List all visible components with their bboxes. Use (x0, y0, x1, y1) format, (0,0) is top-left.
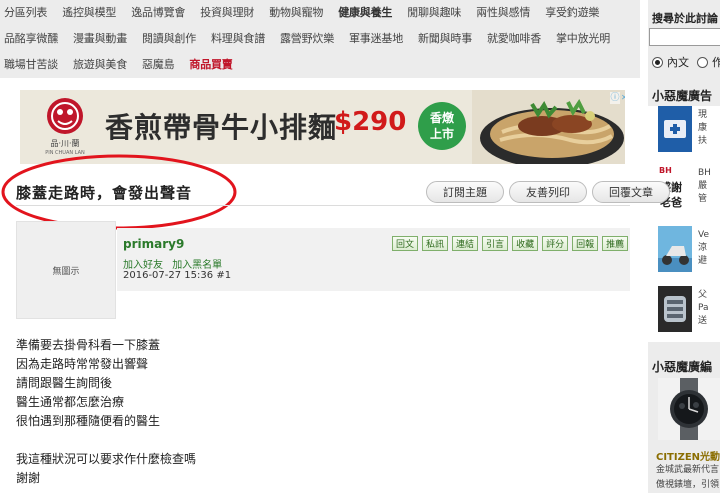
banner-ad[interactable]: 品·川·蘭 PIN CHUAN LAN 香煎帶骨牛小排麵 $290 香燉 上市 … (20, 90, 625, 164)
private-message-button[interactable]: 私訊 (422, 236, 449, 251)
watch-caption[interactable]: CITIZEN光動能 (656, 448, 720, 463)
sidebar-search-input[interactable] (649, 28, 720, 46)
radio-author[interactable] (697, 56, 708, 68)
noodle-dish-image (472, 90, 625, 164)
ad-close-icon[interactable]: ✕ (621, 92, 625, 104)
sidebar-ad-item[interactable]: Ve 涼 避 (658, 226, 720, 272)
post-date: 2016-07-27 15:36 (123, 270, 214, 281)
radio-content-label: 內文 (667, 56, 689, 69)
nav-link-flashlight[interactable]: 掌中放光明 (556, 30, 610, 46)
nav-link-finance[interactable]: 投資與理財 (200, 4, 254, 20)
banner-price: $290 (334, 107, 407, 137)
radio-author-label: 作 (712, 56, 720, 69)
watch-description: 金城武最新代言 傲視錶壇，引領 (656, 465, 720, 490)
sidebar-ad-text: 父 Pa 送 (698, 290, 709, 326)
nav-link-comics[interactable]: 漫畫與動畫 (73, 30, 127, 46)
sidebar-ad-text: Ve 涼 避 (698, 230, 709, 266)
nav-link-reading[interactable]: 閱讀與創作 (142, 30, 196, 46)
category-nav: 分區列表 遙控與模型 逸品博覽會 投資與理財 動物與寵物 健康與養生 閒聊與趣味… (0, 0, 640, 78)
link-button[interactable]: 連結 (452, 236, 479, 251)
ad-info-icon[interactable]: ⓘ (610, 92, 620, 104)
watch-image[interactable] (658, 378, 720, 440)
post-floor: #1 (216, 270, 232, 281)
banner-badge: 香燉 上市 (418, 102, 466, 150)
restaurant-logo-subtext: PIN CHUAN LAN (45, 150, 85, 156)
reply-post-button[interactable]: 回文 (392, 236, 419, 251)
post-line: 很怕遇到那種隨便看的醫生 (16, 414, 161, 428)
reply-button[interactable]: 回覆文章 (592, 181, 670, 203)
nav-link-devil-island[interactable]: 惡魔島 (142, 56, 175, 72)
nav-link-recipes[interactable]: 料理與食譜 (211, 30, 265, 46)
rate-button[interactable]: 評分 (542, 236, 569, 251)
svg-text:BH: BH (659, 166, 672, 175)
post-body: 準備要去掛骨科看一下膝蓋 因為走路時常常發出響聲 請問跟醫生詢問後 醫生通常都怎… (16, 336, 196, 488)
print-button[interactable]: 友善列印 (509, 181, 587, 203)
nav-link-workplace[interactable]: 職場甘苦談 (4, 56, 58, 72)
report-button[interactable]: 回報 (572, 236, 599, 251)
nav-link-chat[interactable]: 閒聊與趣味 (407, 4, 461, 20)
nav-link-relationships[interactable]: 兩性與感情 (476, 4, 530, 20)
post-line: 準備要去掛骨科看一下膝蓋 (16, 338, 161, 352)
avatar-placeholder-text: 無圖示 (52, 267, 80, 277)
banner-badge-line-1: 香燉 (429, 111, 454, 125)
sidebar-ad-list: 現 康 扶 BH 感謝 老爸 BH 嚴 管 Ve 涼 避 父 Pa 送 (648, 106, 720, 342)
nav-link-health[interactable]: 健康與養生 (338, 4, 392, 20)
sidebar-ad-item[interactable]: 父 Pa 送 (658, 286, 720, 332)
title-divider (16, 205, 630, 206)
quote-button[interactable]: 引言 (482, 236, 509, 251)
subscribe-topic-button[interactable]: 訂閱主題 (426, 181, 504, 203)
sidebar-ad-text: 現 康 扶 (698, 110, 708, 146)
medical-bag-thumbnail (658, 106, 692, 152)
scooter-thumbnail (658, 226, 692, 272)
nav-link-fishing[interactable]: 享受釣遊樂 (545, 4, 599, 20)
avatar: 無圖示 (16, 221, 116, 319)
post-line: 醫生通常都怎麼治療 (16, 395, 125, 409)
post-actions: 回文 私訊 連結 引言 收藏 評分 回報 推薦 (392, 236, 632, 251)
recommend-button[interactable]: 推薦 (602, 236, 629, 251)
razor-thumbnail (658, 286, 692, 332)
category-nav-row-3: 職場甘苦談 旅遊與美食 惡魔島 商品買賣 (4, 52, 248, 76)
post-timestamp: 2016-07-27 15:36 #1 (123, 270, 231, 281)
nav-link-camping[interactable]: 露營野炊樂 (280, 30, 334, 46)
nav-link-collectibles[interactable]: 逸品博覽會 (131, 4, 185, 20)
banner-badge-line-2: 上市 (429, 127, 454, 141)
author-links: 加入好友 加入黑名單 (123, 256, 228, 271)
sidebar-ad-item[interactable]: 現 康 扶 (658, 106, 720, 152)
nav-link-coffee[interactable]: 就愛咖啡香 (487, 30, 541, 46)
restaurant-logo-text: 品·川·蘭 (50, 139, 80, 148)
post-line: 謝謝 (16, 471, 41, 485)
sidebar-editorial-title: 小惡魔廣編 (652, 360, 713, 374)
topic-actions: 訂閱主題 友善列印 回覆文章 (426, 181, 675, 203)
post-author[interactable]: primary9 (123, 237, 184, 251)
nav-link-military[interactable]: 軍事迷基地 (349, 30, 403, 46)
right-sidebar: 搜尋於此討論 內文 作 小惡魔廣告 現 康 扶 BH 感謝 老爸 BH 嚴 管 (648, 0, 720, 493)
nav-link-rc-model[interactable]: 遙控與模型 (62, 4, 116, 20)
sidebar-search-title: 搜尋於此討論 (652, 12, 718, 25)
favorite-button[interactable]: 收藏 (512, 236, 539, 251)
nav-link-wine[interactable]: 品酩享微醺 (4, 30, 58, 46)
nav-link-forum-list[interactable]: 分區列表 (4, 4, 47, 20)
post-line: 因為走路時常常發出響聲 (16, 357, 149, 371)
nav-link-news[interactable]: 新聞與時事 (418, 30, 472, 46)
post-line: 我這種狀況可以要求作什麼檢查嗎 (16, 452, 197, 466)
category-nav-row-1: 分區列表 遙控與模型 逸品博覽會 投資與理財 動物與寵物 健康與養生 閒聊與趣味… (4, 0, 614, 24)
sidebar-search-scope: 內文 作 (652, 54, 720, 70)
radio-content[interactable] (652, 56, 663, 68)
post-header: primary9 加入好友 加入黑名單 2016-07-27 15:36 #1 … (117, 228, 630, 291)
topic-title: 膝蓋走路時，會發出聲音 (16, 184, 193, 202)
sidebar-ad-text: BH 嚴 管 (698, 168, 711, 204)
sidebar-ad-title: 小惡魔廣告 (652, 89, 713, 103)
post-line: 請問跟醫生詢問後 (16, 376, 113, 390)
category-nav-row-2: 品酩享微醺 漫畫與動畫 閱讀與創作 料理與食譜 露營野炊樂 軍事迷基地 新聞與時… (4, 26, 625, 50)
nav-link-marketplace[interactable]: 商品買賣 (189, 56, 232, 72)
nav-link-travel-food[interactable]: 旅遊與美食 (73, 56, 127, 72)
nav-link-pets[interactable]: 動物與寵物 (269, 4, 323, 20)
banner-headline: 香煎帶骨牛小排麵 (105, 111, 338, 144)
